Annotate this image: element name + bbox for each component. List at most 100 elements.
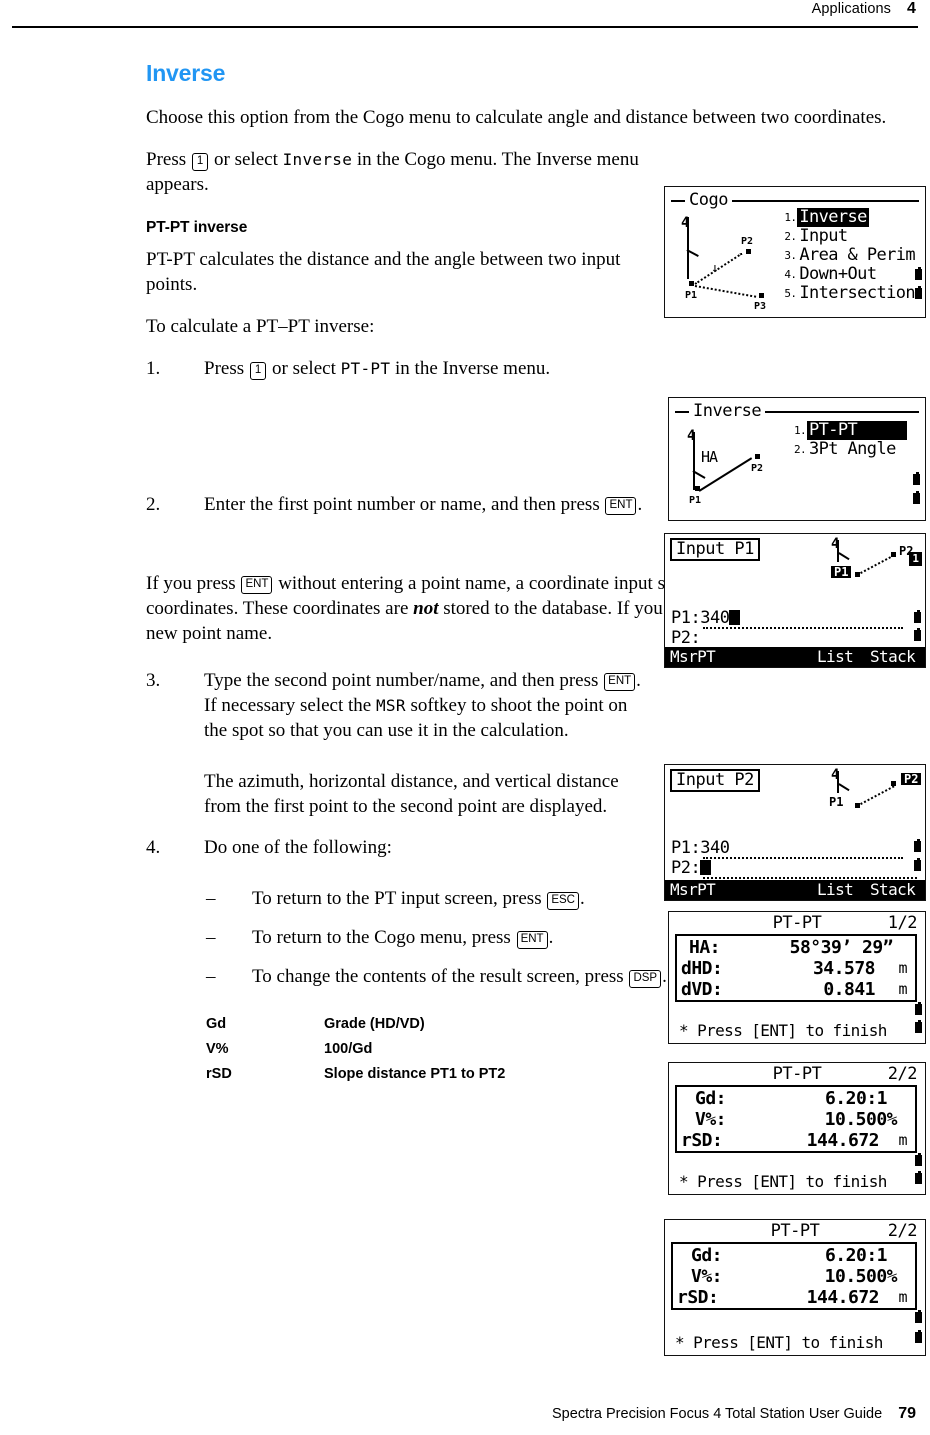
- text-cursor: [729, 610, 741, 625]
- menu-item-down-out[interactable]: 4. Down+Out: [784, 265, 917, 284]
- table-row: rSD Slope distance PT1 to PT2: [206, 1062, 505, 1087]
- menu-label-intersection: Intersection: [799, 283, 915, 303]
- menu-label-ptpt: PT-PT: [807, 421, 907, 440]
- result-key-dhd: dHD:: [681, 958, 723, 979]
- field-label-p2: P2:: [671, 628, 701, 648]
- bullet-2-body: To return to the Cogo menu, press ENT.: [252, 925, 676, 950]
- menu-item-inverse[interactable]: 1. Inverse: [784, 208, 917, 227]
- step-2: 2. Enter the first point number or name,…: [146, 492, 651, 517]
- bullet-3-post: .: [662, 966, 667, 988]
- battery-icon-internal: [915, 1002, 922, 1015]
- down-arrow-glyph: ↓: [711, 261, 719, 276]
- footer-guide-title: Spectra Precision Focus 4 Total Station …: [552, 1406, 883, 1422]
- battery-icon-external: [915, 286, 922, 299]
- result-unit-rsd: m: [898, 1131, 907, 1149]
- inverse-menu-list: 1. PT-PT 2. 3Pt Angle: [794, 421, 917, 459]
- menu-label-inverse: Inverse: [797, 207, 869, 227]
- step-3-number: 3.: [146, 669, 161, 691]
- menu-label-input: Input: [799, 226, 848, 246]
- menu-index-5: 5.: [784, 287, 797, 300]
- screenshot-result-page-2-repeat: PT-PT 2/2 Gd: 6.20:1 V%: 10.500% rSD: 14…: [664, 1219, 926, 1356]
- menu-item-area-perim[interactable]: 3. Area & Perim: [784, 246, 917, 265]
- field-row-p2[interactable]: P2:: [671, 859, 712, 877]
- battery-icon-internal: [913, 472, 920, 485]
- screenshot-result-page-2: PT-PT 2/2 Gd: 6.20:1 V%: 10.500% rSD: 14…: [668, 1062, 926, 1195]
- segment-p1-p2: [856, 785, 895, 807]
- footer-text: Spectra Precision Focus 4 Total Station …: [552, 1405, 916, 1423]
- field-underline-p1: [703, 857, 903, 859]
- north-arrow-glyph: 4: [831, 536, 840, 552]
- battery-icon-external: [914, 628, 921, 641]
- bullet-2: – To return to the Cogo menu, press ENT.: [206, 925, 676, 950]
- press-mid: or select: [209, 149, 283, 171]
- north-arrow-glyph: 4: [681, 215, 690, 231]
- point-square-p2: [755, 454, 760, 459]
- result-1-header: PT-PT 1/2: [669, 914, 925, 933]
- def-term-gd: Gd: [206, 1015, 227, 1032]
- menu-item-ptpt[interactable]: 1. PT-PT: [794, 421, 917, 440]
- point-label-p1: P1: [829, 795, 844, 809]
- bullet-1-body: To return to the PT input screen, press …: [252, 886, 676, 911]
- key-ent-step2: ENT: [605, 497, 637, 516]
- step-1-post: in the Inverse menu.: [390, 358, 551, 380]
- result-3-values-box: Gd: 6.20:1 V%: 10.500% rSD: 144.672 m: [671, 1242, 917, 1310]
- def-term-rsd: rSD: [206, 1065, 232, 1082]
- point-label-p2: P2: [741, 236, 754, 247]
- menu-item-input[interactable]: 2. Input: [784, 227, 917, 246]
- def-term-vpct: V%: [206, 1040, 229, 1057]
- bullet-3-body: To change the contents of the result scr…: [252, 964, 676, 989]
- azimuth-note: The azimuth, horizontal distance, and ve…: [204, 771, 619, 818]
- softkey-list[interactable]: List: [817, 880, 854, 900]
- point-label-p1: P1: [685, 290, 698, 301]
- result-3-header: PT-PT 2/2: [665, 1222, 925, 1241]
- mode-indicator: 1: [909, 552, 922, 566]
- point-label-p2-selected: P2: [901, 773, 922, 785]
- menu-item-intersection[interactable]: 5. Intersection: [784, 284, 917, 303]
- intro-paragraph: Choose this option from the Cogo menu to…: [146, 107, 887, 128]
- page-title: Inverse: [146, 60, 226, 86]
- bullet-1: – To return to the PT input screen, pres…: [206, 886, 676, 911]
- ha-arrow-stroke: [838, 552, 850, 560]
- definition-table: Gd Grade (HD/VD) V% 100/Gd rSD Slope dis…: [206, 1012, 505, 1087]
- page-header: Applications 4: [0, 0, 930, 30]
- field-row-p1[interactable]: P1:340: [671, 838, 730, 858]
- result-unit-dvd: m: [898, 980, 907, 998]
- cogo-frame-label: Cogo: [685, 191, 732, 209]
- note-emphasis-not: not: [413, 597, 439, 619]
- softkey-term-msr: MSR: [375, 695, 406, 715]
- result-key-ha: HA:: [689, 937, 721, 958]
- softkey-stack[interactable]: Stack: [870, 880, 916, 900]
- step-4-number: 4.: [146, 837, 161, 859]
- screenshot-input-p2: Input P2 4 P2 P1 P1:340 P2: MsrPT List S…: [664, 764, 926, 901]
- to-calculate-lead-in: To calculate a PT–PT inverse:: [146, 316, 375, 338]
- field-row-p1[interactable]: P1:340: [671, 609, 741, 627]
- menu-term-ptpt: PT-PT: [340, 359, 391, 379]
- step-2-body: Enter the first point number or name, an…: [204, 492, 651, 517]
- press-instruction-paragraph: Press 1 or select Inverse in the Cogo me…: [146, 147, 651, 197]
- table-row: Gd Grade (HD/VD): [206, 1012, 505, 1037]
- step-1-mid: or select: [267, 358, 341, 380]
- bullet-2-pre: To return to the Cogo menu, press: [252, 927, 516, 949]
- softkey-msrpt[interactable]: MsrPT: [670, 880, 716, 900]
- bullet-2-dash: –: [206, 927, 216, 949]
- battery-icon-internal: [915, 1153, 922, 1166]
- text-cursor: [700, 860, 712, 875]
- field-underline-p1: [703, 627, 903, 629]
- menu-item-3pt-angle[interactable]: 2. 3Pt Angle: [794, 440, 917, 459]
- field-value-p1: 340: [700, 838, 730, 858]
- softkey-bar: MsrPT List Stack: [665, 880, 925, 900]
- result-key-vpct: V%:: [691, 1266, 723, 1287]
- result-value-rsd: 144.672: [806, 1287, 880, 1308]
- bullet-3-pre: To change the contents of the result scr…: [252, 966, 629, 988]
- point-label-p3: P3: [754, 301, 767, 312]
- menu-index-1: 1.: [784, 211, 797, 224]
- result-2-footer-hint: * Press [ENT] to finish: [679, 1172, 887, 1191]
- battery-icon-internal: [915, 1310, 922, 1323]
- step-1-number: 1.: [146, 358, 161, 380]
- field-row-p2[interactable]: P2:: [671, 628, 701, 648]
- menu-index-4: 4.: [784, 268, 797, 281]
- battery-icon-external: [914, 858, 921, 871]
- softkey-list[interactable]: List: [817, 647, 854, 667]
- softkey-stack[interactable]: Stack: [870, 647, 916, 667]
- softkey-msrpt[interactable]: MsrPT: [670, 647, 716, 667]
